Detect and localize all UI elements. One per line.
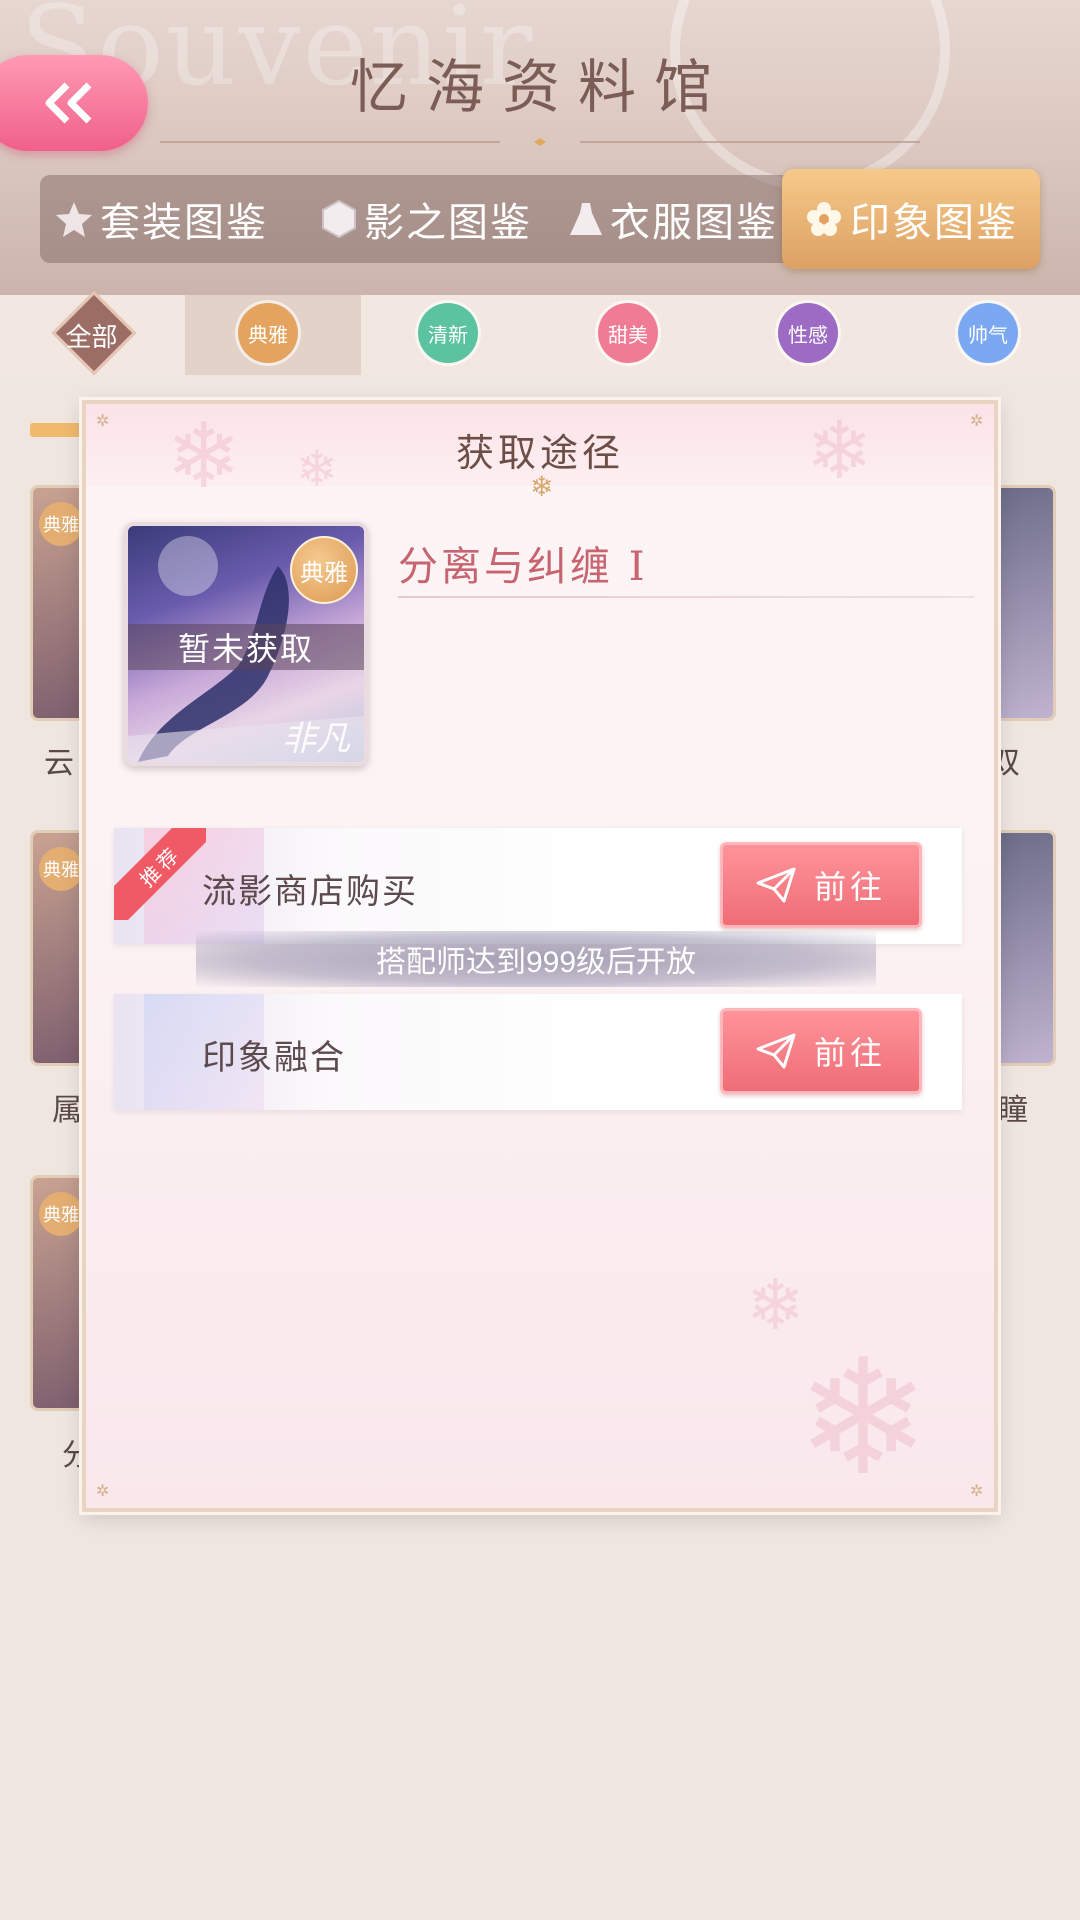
corner-ornament-icon: ✲ xyxy=(96,1481,110,1500)
corner-ornament-icon: ✲ xyxy=(970,1481,984,1500)
tab-label: 套装图鉴 xyxy=(100,200,268,246)
style-badge: 典雅 xyxy=(290,536,358,604)
acquisition-status: 暂未获取 xyxy=(128,624,364,670)
source-row-shop: 推荐 流影商店购买 前往 xyxy=(114,828,962,944)
tab-label: 影之图鉴 xyxy=(364,200,532,246)
unlock-notice: 搭配师达到999级后开放 xyxy=(196,931,876,987)
divider xyxy=(398,596,974,598)
list-item[interactable] xyxy=(990,830,1056,1066)
star-icon xyxy=(54,199,94,239)
style-tag: 典雅 xyxy=(39,847,83,891)
filter-cool[interactable]: 帅气 xyxy=(958,303,1018,363)
title-divider xyxy=(160,138,920,146)
snowflake-icon: ❄ xyxy=(530,470,554,503)
filter-all-label: 全部 xyxy=(65,322,118,353)
hexagon-icon xyxy=(320,199,358,239)
back-button[interactable] xyxy=(0,55,148,151)
corner-ornament-icon: ✲ xyxy=(96,411,110,430)
paper-plane-icon xyxy=(756,1033,796,1069)
catalog-tabbar: 套装图鉴 影之图鉴 衣服图鉴 印象图鉴 xyxy=(40,169,1040,269)
snowflake-icon: ❄ xyxy=(296,440,338,498)
tab-impression-catalog[interactable]: 印象图鉴 xyxy=(782,169,1040,269)
list-item-label: 属 xyxy=(52,1093,82,1128)
list-item-label: 瞳 xyxy=(998,1093,1028,1128)
page-title: 忆海资料馆 xyxy=(349,53,730,121)
tab-suit-catalog[interactable]: 套装图鉴 xyxy=(54,175,268,263)
filter-sweet[interactable]: 甜美 xyxy=(598,303,658,363)
filter-all[interactable]: 全部 xyxy=(51,290,137,376)
filter-fresh[interactable]: 清新 xyxy=(418,303,478,363)
double-chevron-left-icon xyxy=(45,82,92,124)
impression-card: 典雅 暂未获取 非凡 xyxy=(124,522,368,766)
list-item[interactable] xyxy=(990,485,1056,721)
goto-button-label: 前往 xyxy=(813,1034,886,1072)
list-indicator-bar xyxy=(30,423,90,437)
paper-plane-icon xyxy=(756,867,796,903)
recommend-ribbon: 推荐 xyxy=(114,828,206,920)
header: Souvenir 忆海资料馆 套装图鉴 影之图鉴 衣服图鉴 印象图鉴 xyxy=(0,0,1080,295)
snowflake-icon: ❄ xyxy=(806,404,874,497)
filter-elegant[interactable]: 典雅 xyxy=(238,303,298,363)
tab-clothes-catalog[interactable]: 衣服图鉴 xyxy=(568,175,778,263)
acquisition-modal: 获取途径 ❄ ❄ ❄ ❄ ❄ ❄ ✲ ✲ ✲ ✲ 典雅 暂未获取 非凡 分离与纠… xyxy=(82,400,998,1512)
snowflake-icon: ❄ xyxy=(796,1324,931,1511)
filter-sexy[interactable]: 性感 xyxy=(778,303,838,363)
list-item-label: 云 xyxy=(44,746,74,781)
source-label: 印象融合 xyxy=(202,1038,346,1078)
source-row-fusion: 印象融合 前往 xyxy=(114,994,962,1110)
item-name: 分离与纠缠 I xyxy=(398,544,648,590)
dress-icon xyxy=(568,199,604,239)
style-tag: 典雅 xyxy=(39,1192,83,1236)
recommend-label: 推荐 xyxy=(114,828,206,920)
tab-shadow-catalog[interactable]: 影之图鉴 xyxy=(320,175,532,263)
snowflake-icon: ❄ xyxy=(166,404,242,509)
goto-button[interactable]: 前往 xyxy=(720,842,922,928)
rarity-label: 非凡 xyxy=(282,719,350,759)
style-filter-row: 全部 典雅 清新 甜美 性感 帅气 xyxy=(0,290,1080,376)
style-tag: 典雅 xyxy=(39,502,83,546)
goto-button[interactable]: 前往 xyxy=(720,1008,922,1094)
tab-label: 衣服图鉴 xyxy=(610,200,778,246)
flower-icon xyxy=(804,199,844,239)
goto-button-label: 前往 xyxy=(813,868,886,906)
tab-label: 印象图鉴 xyxy=(850,200,1018,246)
source-label: 流影商店购买 xyxy=(202,872,418,912)
corner-ornament-icon: ✲ xyxy=(970,411,984,430)
